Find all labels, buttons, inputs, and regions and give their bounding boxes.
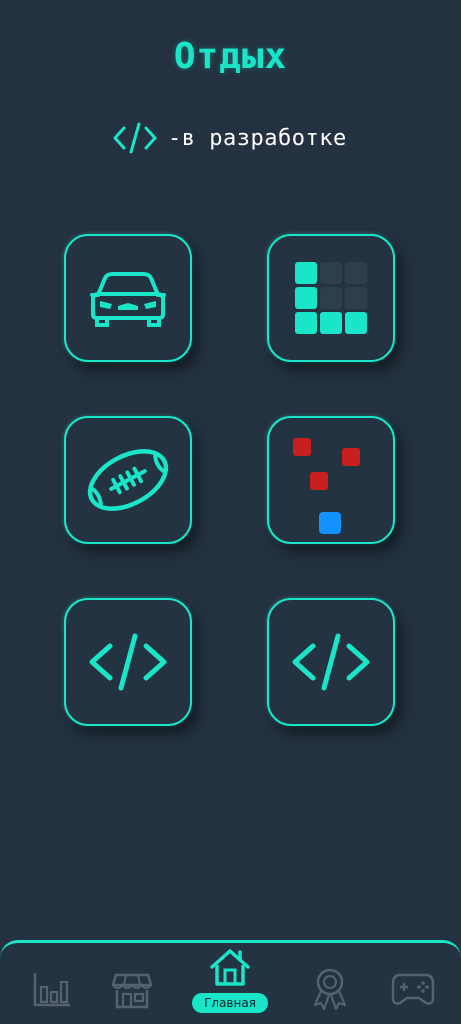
award-icon (313, 968, 347, 1011)
store-icon (112, 973, 152, 1009)
code-icon (89, 633, 167, 691)
gamepad-icon (391, 973, 435, 1005)
squares-icon (293, 438, 360, 534)
code-icon (113, 122, 157, 154)
nav-item-achievements[interactable] (308, 966, 352, 1012)
nav-item-stats[interactable] (30, 968, 74, 1010)
tile-in-development-2[interactable] (267, 598, 395, 726)
page-title: Отдых (173, 36, 288, 77)
tile-dodge-squares-game[interactable] (267, 416, 395, 544)
legend-text: -в разработке (168, 125, 347, 151)
tile-racing-game[interactable] (64, 234, 192, 362)
nav-item-home-label[interactable]: Главная (192, 993, 268, 1013)
nav-item-home[interactable] (208, 946, 252, 988)
car-icon (90, 272, 166, 327)
football-icon (87, 449, 169, 511)
bar-chart-icon (33, 973, 70, 1007)
legend: -в разработке (112, 118, 347, 158)
tile-football-game[interactable] (64, 416, 192, 544)
tile-block-puzzle-game[interactable] (267, 234, 395, 362)
tile-in-development-1[interactable] (64, 598, 192, 726)
code-icon (292, 633, 370, 691)
grid-blocks-icon (295, 262, 367, 334)
nav-item-games[interactable] (390, 970, 436, 1008)
nav-item-shop[interactable] (110, 970, 154, 1010)
home-icon (210, 949, 250, 986)
